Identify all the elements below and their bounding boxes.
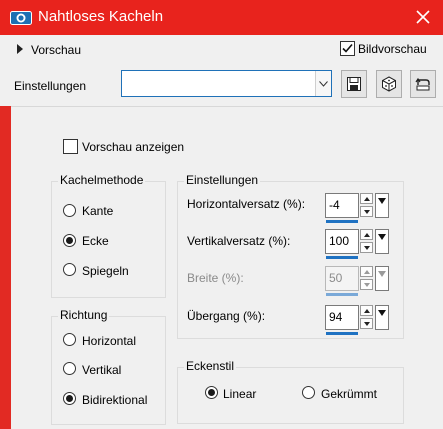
radio-gekruemmt-label[interactable]: Gekrümmt [321,387,377,401]
show-preview-label[interactable]: Vorschau anzeigen [82,140,184,154]
radio-spiegeln-label[interactable]: Spiegeln [82,264,129,278]
direction-title: Richtung [58,308,110,322]
spin-up-icon[interactable] [360,229,373,240]
preview-toggle-label[interactable]: Vorschau [31,43,81,57]
radio-kante-label[interactable]: Kante [82,204,113,218]
chevron-down-icon [319,81,328,87]
vertical-offset-spinner[interactable]: 100 [325,229,390,259]
window-title: Nahtloses Kacheln [38,8,164,25]
reset-icon [415,77,430,91]
corner-style-title: Eckenstil [184,359,237,373]
radio-kante[interactable] [63,204,76,217]
radio-bidirektional-label[interactable]: Bidirektional [82,393,147,407]
vertical-offset-slider[interactable] [326,256,358,259]
slider-dropdown-icon[interactable] [375,193,389,218]
spin-down-icon[interactable] [360,318,373,329]
vertical-offset-label: Vertikalversatz (%): [187,234,291,248]
save-preset-icon [347,77,361,91]
radio-horizontal-label[interactable]: Horizontal [82,334,136,348]
radio-linear-label[interactable]: Linear [223,387,256,401]
radio-linear[interactable] [205,386,218,399]
preset-combobox[interactable] [121,70,332,97]
combo-dropdown-button[interactable] [315,71,331,96]
cube-icon [382,76,396,92]
spin-up-icon[interactable] [360,193,373,204]
transition-label: Übergang (%): [187,309,266,323]
radio-vertikal[interactable] [63,362,76,375]
radio-ecke-label[interactable]: Ecke [82,234,109,248]
reset-button[interactable] [410,70,436,98]
horizontal-offset-label: Horizontalversatz (%): [187,197,306,211]
transition-slider[interactable] [326,332,358,335]
show-preview-checkbox[interactable] [63,139,78,154]
vertical-offset-input[interactable]: 100 [325,229,359,254]
horizontal-offset-input[interactable]: -4 [325,193,359,218]
checkmark-icon [342,43,353,53]
settings-title: Einstellungen [184,173,261,187]
bildvorschau-checkbox[interactable] [340,41,355,56]
spin-up-icon[interactable] [360,305,373,316]
width-spinner: 50 [325,266,390,296]
radio-bidirektional[interactable] [63,392,76,405]
width-label: Breite (%): [187,271,244,285]
settings-preset-label: Einstellungen [14,79,87,93]
radio-vertikal-label[interactable]: Vertikal [82,363,121,377]
divider [11,106,443,107]
horizontal-offset-spinner[interactable]: -4 [325,193,390,223]
spin-down-icon [360,279,373,290]
slider-dropdown-icon[interactable] [375,305,389,330]
spin-up-icon [360,266,373,277]
save-preset-button[interactable] [341,70,367,98]
width-slider [326,293,358,296]
radio-horizontal[interactable] [63,333,76,346]
transition-input[interactable]: 94 [325,305,359,330]
title-bar: Nahtloses Kacheln [0,0,443,35]
horizontal-offset-slider[interactable] [326,220,358,223]
expand-arrow-icon[interactable] [16,44,24,54]
transition-spinner[interactable]: 94 [325,305,390,335]
radio-ecke[interactable] [63,234,76,247]
slider-dropdown-icon[interactable] [375,229,389,254]
side-strip [0,106,11,429]
camera-icon [10,11,32,25]
width-input: 50 [325,266,359,291]
close-icon[interactable] [412,7,434,27]
slider-dropdown-icon [375,266,389,291]
spin-down-icon[interactable] [360,206,373,217]
random-button[interactable] [376,70,402,98]
bildvorschau-label[interactable]: Bildvorschau [358,42,427,56]
tiling-method-title: Kachelmethode [58,173,146,187]
radio-spiegeln[interactable] [63,263,76,276]
spin-down-icon[interactable] [360,242,373,253]
radio-gekruemmt[interactable] [302,386,315,399]
